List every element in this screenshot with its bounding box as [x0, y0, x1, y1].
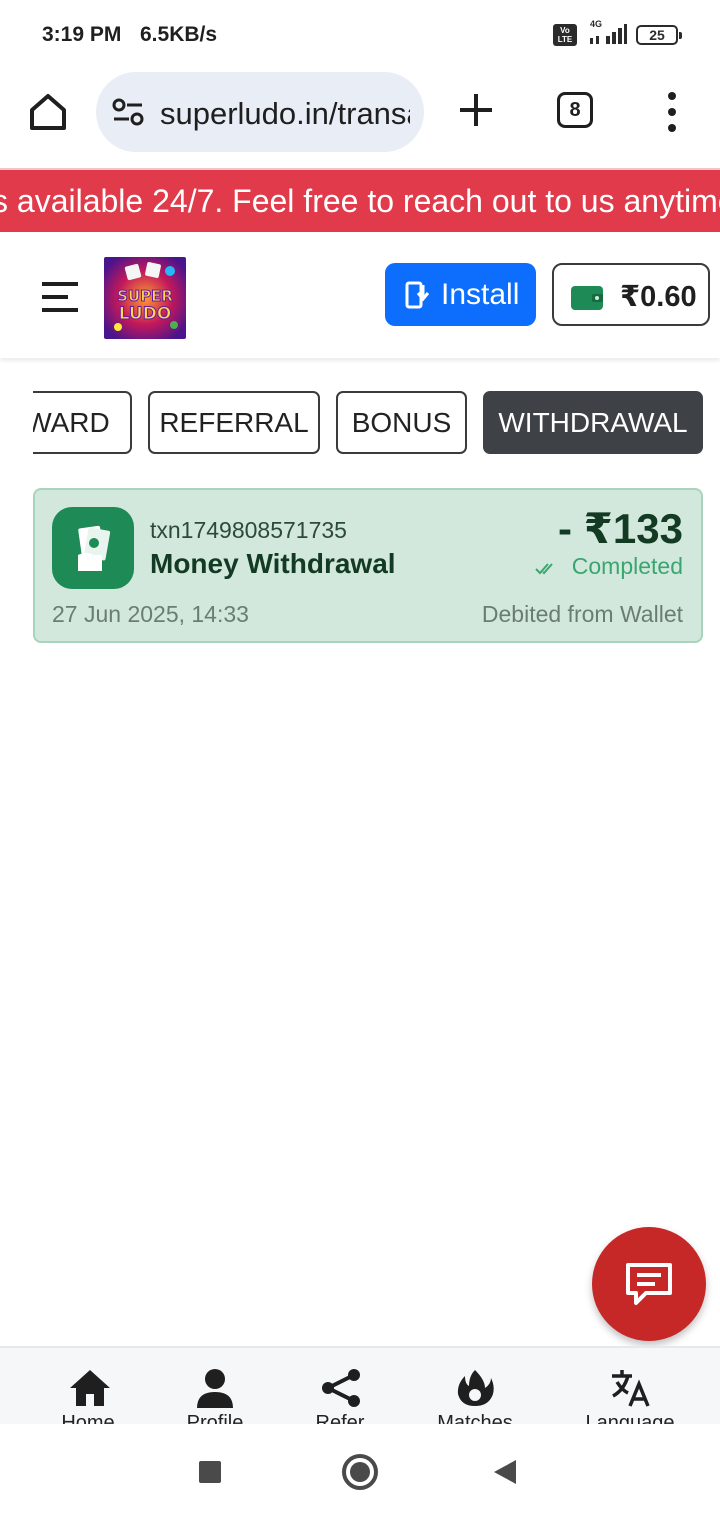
battery-level: 25 [649, 27, 665, 43]
volte-icon: Vo LTE [553, 24, 577, 46]
more-vert-icon[interactable] [664, 92, 680, 132]
system-navigation-bar [0, 1424, 720, 1520]
transaction-status: Completed [535, 553, 683, 580]
tab-label: BONUS [351, 407, 452, 438]
install-label: Install [441, 278, 520, 311]
tab-count: 8 [569, 99, 581, 121]
double-check-icon [535, 563, 554, 575]
nav-label: Profile [186, 1412, 244, 1424]
transaction-status-label: Completed [571, 553, 683, 579]
chat-support-button[interactable] [592, 1227, 706, 1341]
tab-label: WARD [33, 407, 110, 438]
transaction-title: Money Withdrawal [150, 548, 396, 579]
recents-icon[interactable] [199, 1461, 221, 1483]
fire-icon [457, 1370, 494, 1406]
tune-icon[interactable] [112, 98, 144, 126]
tab-label: REFERRAL [159, 407, 309, 438]
browser-toolbar: superludo.in/transactions 8 [0, 70, 720, 166]
nav-profile[interactable]: Profile [155, 1348, 275, 1424]
install-phone-icon [405, 281, 430, 309]
person-icon [197, 1369, 233, 1408]
transaction-date: 27 Jun 2025, 14:33 [52, 601, 249, 627]
logo-text-ludo: LUDO [119, 304, 172, 324]
cash-hand-icon [78, 525, 111, 571]
transaction-source: Debited from Wallet [481, 601, 683, 627]
install-button[interactable]: Install [385, 263, 536, 326]
battery-icon: 25 [636, 25, 682, 45]
nav-matches[interactable]: Matches [415, 1348, 535, 1424]
nav-label: Refer [315, 1412, 365, 1424]
volte-top-label: Vo [560, 26, 570, 35]
transaction-amount: - ₹133 [558, 505, 683, 552]
signal-strength-icon [590, 24, 627, 44]
status-network-speed: 6.5KB/s [140, 23, 218, 46]
wallet-balance: ₹0.60 [620, 281, 697, 313]
money-withdrawal-icon [52, 507, 134, 589]
nav-refer[interactable]: Refer [280, 1348, 400, 1424]
nav-label: Language [585, 1412, 675, 1424]
app-header: SUPER LUDO Install ₹0.60 [0, 232, 720, 358]
nav-label: Matches [437, 1412, 513, 1424]
translate-icon [612, 1370, 650, 1407]
transaction-card[interactable]: txn1749808571735 Money Withdrawal - ₹133… [33, 488, 703, 643]
home-circle-icon[interactable] [342, 1454, 378, 1490]
tab-withdrawal[interactable]: WITHDRAWAL [483, 391, 703, 454]
nav-home[interactable]: Home [28, 1348, 148, 1424]
back-icon[interactable] [494, 1460, 516, 1484]
wallet-balance-button[interactable]: ₹0.60 [552, 263, 710, 326]
super-ludo-logo[interactable]: SUPER LUDO [104, 257, 186, 339]
tab-label: WITHDRAWAL [498, 407, 688, 438]
menu-icon[interactable] [40, 280, 80, 314]
home-icon [70, 1370, 110, 1406]
share-icon [322, 1369, 360, 1407]
home-icon[interactable] [24, 88, 72, 136]
tab-referral[interactable]: REFERRAL [148, 391, 320, 454]
volte-bottom-label: LTE [557, 35, 573, 44]
plus-icon[interactable] [456, 90, 496, 130]
announcement-text: s available 24/7. Feel free to reach out… [0, 183, 720, 219]
status-bar: 3:19 PM 6.5KB/s Vo LTE 4G 25 [0, 0, 720, 70]
announcement-marquee: s available 24/7. Feel free to reach out… [0, 168, 720, 232]
url-text: superludo.in/transactions [160, 96, 410, 131]
nav-language[interactable]: Language [570, 1348, 690, 1424]
wallet-icon [571, 286, 603, 310]
tab-switcher-button[interactable]: 8 [557, 92, 593, 128]
nav-label: Home [61, 1412, 115, 1424]
transaction-id: txn1749808571735 [150, 517, 347, 543]
status-time: 3:19 PM [42, 23, 122, 46]
tab-reward[interactable]: WARD [33, 391, 132, 454]
tab-bonus[interactable]: BONUS [336, 391, 467, 454]
address-bar[interactable]: superludo.in/transactions [96, 72, 424, 152]
transaction-filter-tabs: WARD REFERRAL BONUS WITHDRAWAL [33, 391, 720, 455]
bottom-navigation: Home Profile Refer Matches Language [0, 1346, 720, 1424]
chat-icon [626, 1263, 672, 1305]
logo-text-super: SUPER [117, 287, 173, 305]
